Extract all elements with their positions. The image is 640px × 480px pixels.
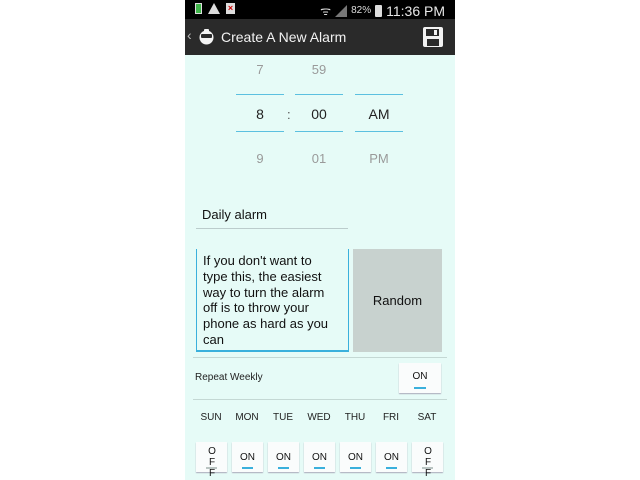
toggle-indicator [242, 467, 253, 469]
alarm-name-field[interactable]: Daily alarm [196, 207, 348, 229]
repeat-weekly-toggle[interactable]: ON [399, 363, 441, 393]
hour-selected[interactable]: 8 [236, 106, 284, 122]
toggle-indicator [206, 467, 217, 469]
minute-next[interactable]: 01 [295, 151, 343, 166]
back-arrow-icon[interactable]: ‹ [187, 27, 192, 43]
minute-line-top [295, 94, 343, 95]
wifi-icon: ᯤ [320, 4, 332, 18]
warning-icon [208, 3, 220, 14]
minute-prev[interactable]: 59 [295, 62, 343, 77]
day-toggle-state: ON [384, 452, 399, 463]
day-label-fri: FRI [382, 412, 400, 423]
time-separator: : [287, 107, 291, 122]
random-button-label: Random [372, 293, 423, 308]
ampm-selected[interactable]: AM [355, 106, 403, 122]
message-line: type this, the easiest [203, 268, 322, 284]
notification-icons: × [195, 3, 235, 14]
day-toggle-mon[interactable]: ON [232, 442, 263, 472]
repeat-weekly-label: Repeat Weekly [195, 372, 263, 383]
hour-line-bottom [236, 131, 284, 132]
save-floppy-icon[interactable] [421, 25, 445, 49]
toggle-indicator [422, 467, 433, 469]
battery-percent: 82% [351, 5, 372, 16]
day-toggle-state: OF F [208, 446, 216, 479]
ampm-line-bottom [355, 131, 403, 132]
divider [193, 357, 447, 358]
day-toggle-state: ON [348, 452, 363, 463]
day-toggle-thu[interactable]: ON [340, 442, 371, 472]
message-line: If you don't want to [203, 253, 312, 268]
day-toggle-fri[interactable]: ON [376, 442, 407, 472]
error-icon: × [226, 3, 235, 14]
message-line: way to turn the alarm [203, 284, 325, 300]
toggle-indicator [350, 467, 361, 469]
hour-prev[interactable]: 7 [236, 62, 284, 77]
signal-icon [335, 4, 348, 17]
day-toggle-sat[interactable]: OF F [412, 442, 443, 479]
day-toggle-wed[interactable]: ON [304, 442, 335, 472]
minute-line-bottom [295, 131, 343, 132]
system-icons: ᯤ 82% 11:36 PM [320, 2, 445, 19]
day-label-tue: TUE [273, 412, 293, 423]
day-label-mon: MON [235, 412, 259, 423]
day-toggle-state: ON [276, 452, 291, 463]
day-label-sun: SUN [200, 412, 222, 423]
battery-app-icon [195, 3, 202, 14]
battery-icon [375, 4, 383, 17]
phone-screen: × ᯤ 82% 11:36 PM ‹ Create A New Alarm 7 [185, 0, 455, 480]
day-toggle-sun[interactable]: OF F [196, 442, 227, 479]
toggle-indicator [386, 467, 397, 469]
message-line: phone as hard as you [203, 316, 329, 332]
hour-line-top [236, 94, 284, 95]
minute-selected[interactable]: 00 [295, 106, 343, 122]
app-logo-icon[interactable] [198, 28, 215, 45]
day-toggle-state: OF F [424, 446, 432, 479]
ampm-line-top [355, 94, 403, 95]
day-toggle-state: ON [240, 452, 255, 463]
toggle-indicator [414, 387, 426, 389]
day-label-sat: SAT [417, 412, 437, 423]
toggle-indicator [278, 467, 289, 469]
message-line: off is to throw your [203, 300, 309, 316]
clock: 11:36 PM [386, 2, 445, 19]
message-line: can [203, 331, 224, 347]
divider [193, 399, 447, 400]
day-toggle-tue[interactable]: ON [268, 442, 299, 472]
alarm-message-field[interactable]: If you don't want to type this, the easi… [196, 249, 349, 352]
random-button[interactable]: Random [353, 249, 442, 352]
action-bar: ‹ Create A New Alarm [185, 19, 455, 55]
page-title: Create A New Alarm [221, 29, 347, 45]
toggle-indicator [314, 467, 325, 469]
ampm-next[interactable]: PM [355, 151, 403, 166]
day-toggle-state: ON [312, 452, 327, 463]
hour-next[interactable]: 9 [236, 151, 284, 166]
repeat-toggle-state: ON [412, 371, 428, 382]
day-label-thu: THU [344, 412, 366, 423]
status-bar: × ᯤ 82% 11:36 PM [185, 0, 455, 19]
day-label-wed: WED [307, 412, 331, 423]
